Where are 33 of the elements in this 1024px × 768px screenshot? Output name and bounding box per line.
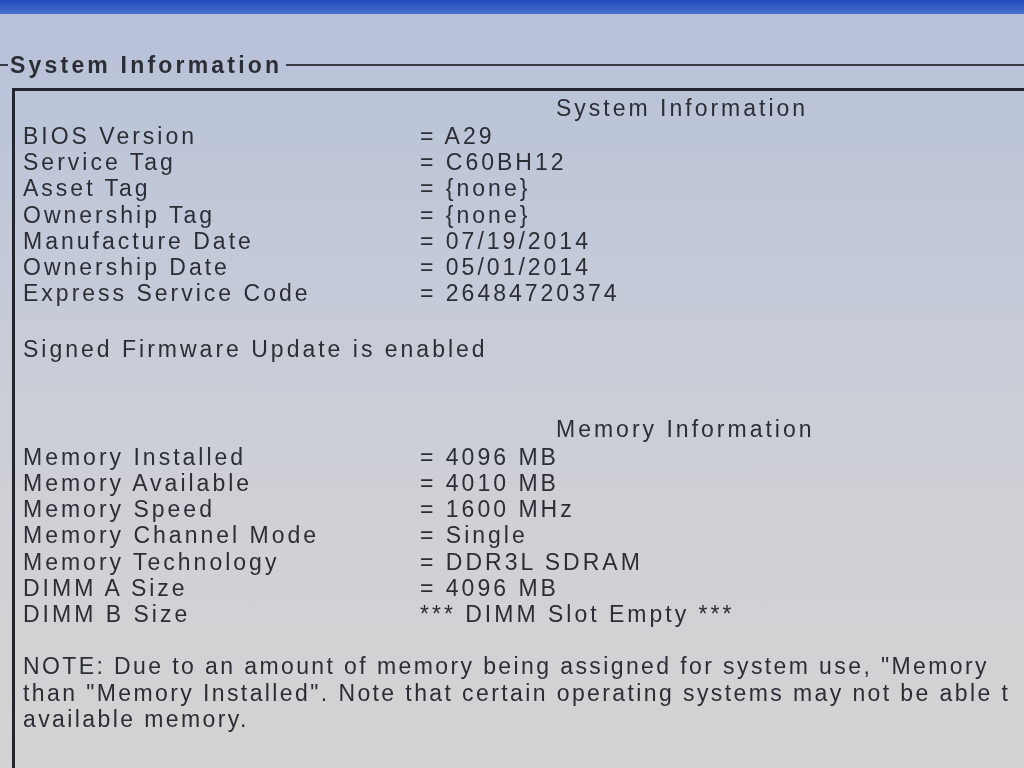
field-value: = 07/19/2014 [420, 227, 592, 254]
field-label: Service Tag [23, 149, 177, 176]
field-label: DIMM B Size [23, 600, 192, 628]
field-value: = 4010 MB [420, 470, 560, 497]
section-heading: System Information [556, 97, 810, 119]
field-value: = 26484720374 [420, 280, 621, 307]
field-value: = Single [420, 522, 529, 549]
field-label: Ownership Date [23, 253, 231, 281]
field-label: Memory Channel Mode [23, 522, 321, 549]
field-label: Asset Tag [23, 175, 152, 202]
field-value: = A29 [420, 123, 496, 150]
status-message: Signed Firmware Update is enabled [23, 336, 489, 363]
field-label: Memory Technology [23, 548, 281, 575]
field-value: = {none} [420, 175, 532, 202]
field-label: Memory Installed [23, 443, 248, 470]
field-value: = C60BH12 [420, 149, 568, 176]
field-label: Ownership Tag [23, 201, 216, 228]
field-label: Manufacture Date [23, 227, 255, 254]
field-value: = DDR3L SDRAM [420, 548, 644, 575]
field-value: = 4096 MB [420, 574, 560, 601]
section-heading: Memory Information [556, 417, 816, 440]
field-label: Memory Available [23, 470, 254, 497]
field-value: *** DIMM Slot Empty *** [420, 600, 736, 628]
field-label: BIOS Version [23, 123, 199, 150]
field-label: DIMM A Size [23, 574, 188, 601]
field-value: = 4096 MB [420, 443, 560, 470]
field-label: Express Service Code [23, 280, 312, 307]
field-value: = 05/01/2014 [420, 253, 592, 281]
field-label: Memory Speed [23, 496, 216, 523]
note-text: NOTE: Due to an amount of memory being assigned for system use, "Memory than "Memory Installed". Note that certain operating systems may not be able t available memory. [23, 653, 1012, 733]
field-value: = {none} [420, 201, 532, 228]
field-value: = 1600 MHz [420, 496, 576, 523]
section-title: System Information [9, 51, 284, 79]
